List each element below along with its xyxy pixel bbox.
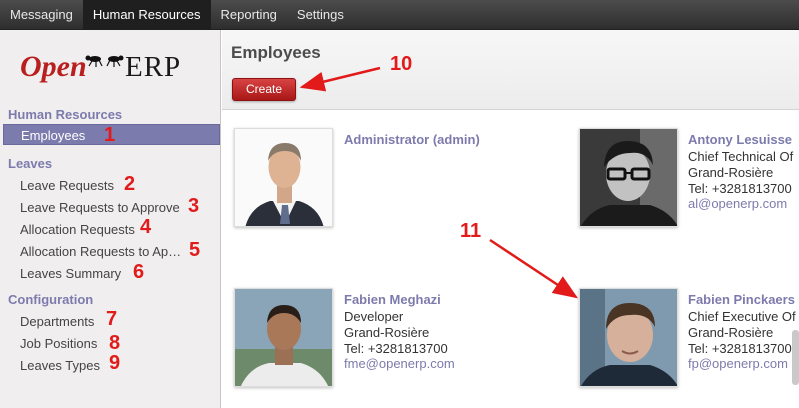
ants-logo-icon [85,55,124,67]
employee-photo-administrator[interactable] [234,128,333,227]
sidebar-item-leave-requests[interactable]: Leave Requests [20,178,114,193]
employee-job: Chief Technical Of [688,149,794,164]
annotation-marker-5: 5 [189,239,201,261]
menu-human-resources[interactable]: Human Resources [82,0,211,30]
employee-email[interactable]: al@openerp.com [688,196,787,211]
logo-open-text: Open [20,50,87,83]
annotation-marker-6: 6 [133,261,145,283]
employee-job: Developer [344,309,404,324]
page-title: Employees [231,43,321,62]
sidebar-item-departments[interactable]: Departments [20,314,94,329]
sidebar-item-leaves-summary[interactable]: Leaves Summary [20,266,121,281]
employee-name[interactable]: Administrator (admin) [344,132,480,147]
employee-photo-pinckaers[interactable] [579,288,678,387]
person-photo-icon [580,289,677,386]
view-header: Employees Create 10 [222,30,799,110]
annotation-marker-9: 9 [109,352,121,374]
employee-email[interactable]: fme@openerp.com [344,356,455,371]
menu-reporting[interactable]: Reporting [211,0,287,30]
employee-phone: Tel: +3281813700 [344,341,448,356]
person-photo-icon [235,129,332,226]
annotation-marker-2: 2 [124,173,136,195]
annotation-marker-7: 7 [106,308,118,330]
employee-location: Grand-Rosière [688,325,774,340]
person-photo-icon [580,129,677,226]
employee-name[interactable]: Fabien Meghazi [344,292,441,307]
annotation-marker-1: 1 [104,124,116,146]
employee-name[interactable]: Antony Lesuisse [688,132,792,147]
annotation-marker-3: 3 [188,195,200,217]
create-button[interactable]: Create [232,78,296,101]
employee-email[interactable]: fp@openerp.com [688,356,788,371]
person-photo-icon [235,289,332,386]
employee-location: Grand-Rosière [344,325,430,340]
annotation-marker-10: 10 [390,53,413,75]
main-content: Employees Create 10 Administrator (admin… [222,30,799,408]
annotation-marker-4: 4 [140,216,152,238]
sidebar: Open ERP Human Resources Employees 1 Lea… [0,30,221,408]
top-menu: Messaging Human Resources Reporting Sett… [0,0,799,30]
top-menu-bar: Messaging Human Resources Reporting Sett… [0,0,799,30]
employee-photo-antony[interactable] [579,128,678,227]
employee-photo-meghazi[interactable] [234,288,333,387]
employee-job: Chief Executive Of [688,309,796,324]
sidebar-item-leave-requests-to-approve[interactable]: Leave Requests to Approve [20,200,180,215]
sidebar-item-allocation-requests-to-approve[interactable]: Allocation Requests to Ap… [20,244,181,259]
sidebar-item-label: Employees [21,128,86,143]
section-leaves: Leaves [8,156,53,171]
employee-phone: Tel: +3281813700 [688,181,792,196]
logo-erp-text: ERP [125,51,182,83]
openerp-logo[interactable]: Open ERP [20,50,210,90]
menu-messaging[interactable]: Messaging [0,0,83,30]
sidebar-item-allocation-requests[interactable]: Allocation Requests [20,222,135,237]
vertical-scrollbar[interactable] [792,330,799,385]
section-configuration: Configuration [8,292,94,307]
section-human-resources: Human Resources [8,107,123,122]
employee-phone: Tel: +3281813700 [688,341,792,356]
employee-location: Grand-Rosière [688,165,774,180]
sidebar-item-job-positions[interactable]: Job Positions [20,336,97,351]
sidebar-item-leaves-types[interactable]: Leaves Types [20,358,100,373]
menu-settings[interactable]: Settings [287,0,354,30]
annotation-marker-11: 11 [460,220,482,242]
employee-name[interactable]: Fabien Pinckaers [688,292,795,307]
